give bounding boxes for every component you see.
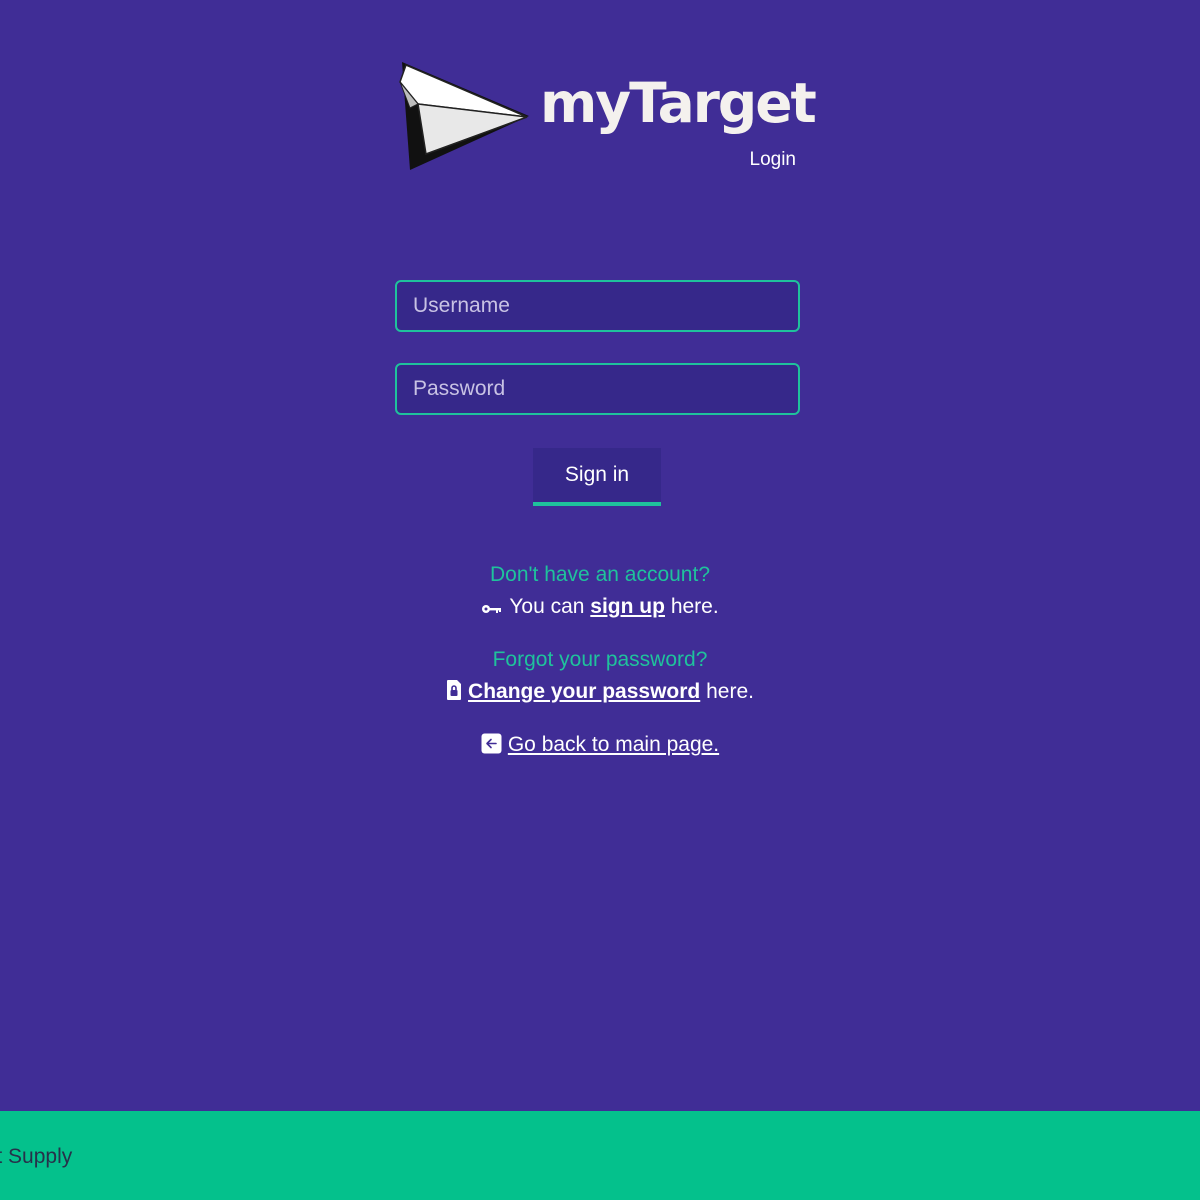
- forgot-question: Forgot your password?: [492, 648, 708, 671]
- sign-in-button[interactable]: Sign in: [533, 448, 661, 506]
- sign-up-link[interactable]: sign up: [590, 595, 665, 618]
- username-input[interactable]: [395, 280, 800, 332]
- signup-prefix: You can: [509, 595, 585, 618]
- brand-name: myTarget: [540, 71, 817, 135]
- brand-subtitle: Login: [749, 149, 797, 170]
- footer: get Supply: [0, 1111, 1200, 1200]
- signup-question: Don't have an account?: [490, 563, 710, 586]
- forgot-suffix: here.: [706, 680, 754, 703]
- paper-plane-icon: [399, 62, 529, 170]
- change-password-link[interactable]: Change your password: [468, 680, 700, 703]
- signup-line: You can sign up here.: [0, 594, 1200, 620]
- brand-logo: myTarget Login: [398, 62, 817, 176]
- arrow-left-icon: [481, 733, 502, 754]
- footer-text: get Supply: [0, 1145, 73, 1168]
- lock-document-icon: [447, 680, 462, 700]
- back-to-main-link[interactable]: Go back to main page.: [508, 733, 719, 756]
- password-input[interactable]: [395, 363, 800, 415]
- login-page: myTarget Login Sign in Don't have an acc…: [0, 0, 1200, 1200]
- forgot-line: Change your password here.: [0, 679, 1200, 705]
- back-line: Go back to main page.: [0, 732, 1200, 758]
- key-icon: [482, 605, 502, 613]
- signup-suffix: here.: [670, 595, 719, 618]
